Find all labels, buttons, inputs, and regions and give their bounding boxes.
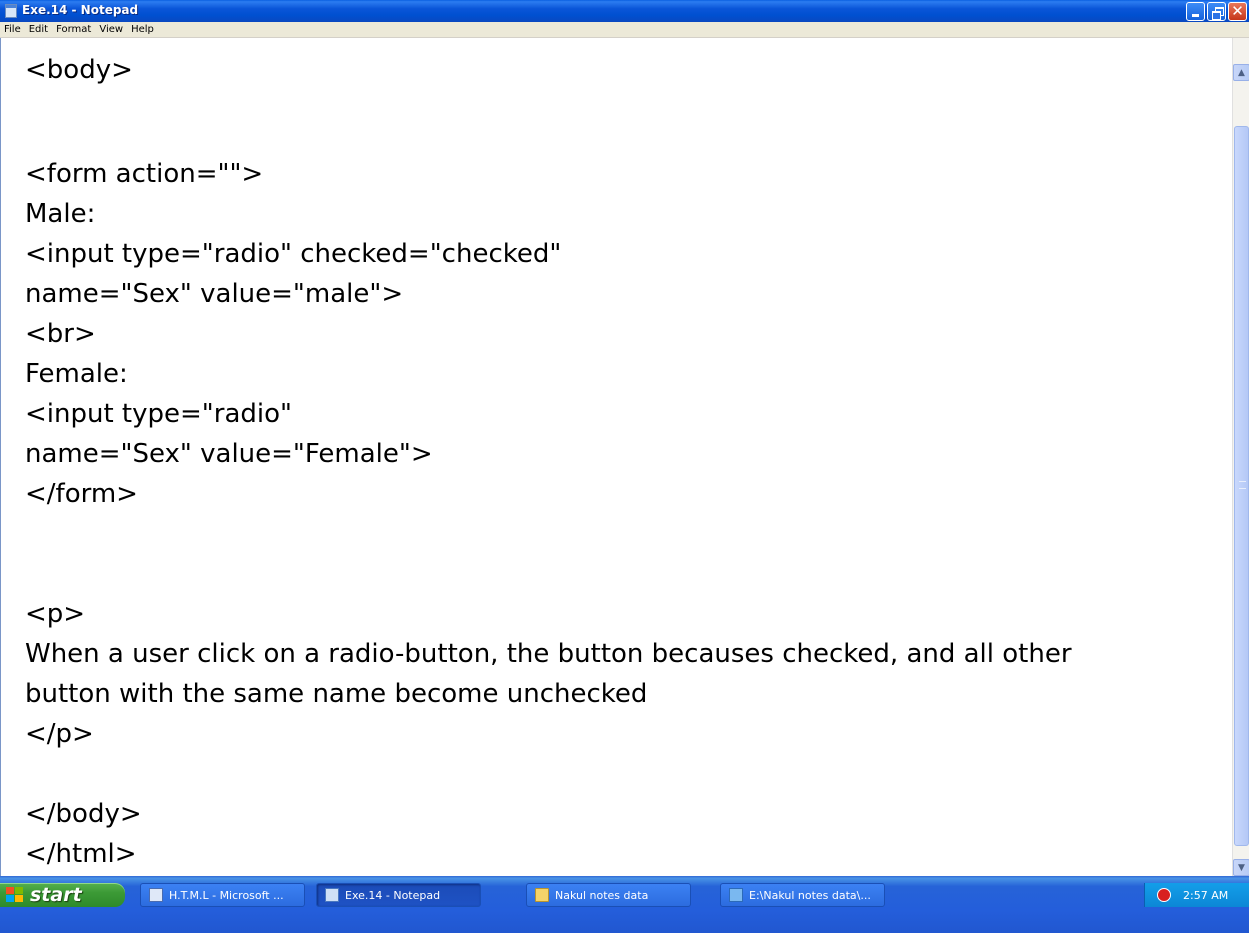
menu-view[interactable]: View — [95, 22, 127, 38]
taskbar-item-folder[interactable]: Nakul notes data — [526, 883, 691, 907]
editor-line: <input type="radio" — [25, 399, 292, 429]
menu-edit[interactable]: Edit — [25, 22, 52, 38]
minimize-icon — [1192, 14, 1199, 17]
close-button[interactable]: ✕ — [1228, 2, 1247, 21]
editor-line: <form action=""> — [25, 159, 264, 189]
restore-button[interactable] — [1207, 2, 1226, 21]
editor-line: name="Sex" value="Female"> — [25, 439, 433, 469]
menu-bar: File Edit Format View Help — [0, 22, 1249, 38]
taskbar-item-label: Exe.14 - Notepad — [345, 888, 441, 902]
menu-file[interactable]: File — [0, 22, 25, 38]
editor-line: </form> — [25, 479, 138, 509]
scroll-up-button[interactable]: ▲ — [1233, 64, 1249, 81]
taskbar-item-word[interactable]: H.T.M.L - Microsoft ... — [140, 883, 305, 907]
start-button[interactable]: start — [0, 883, 125, 907]
restore-icon — [1211, 6, 1224, 20]
editor-line: Male: — [25, 199, 96, 229]
taskbar-item-label: Nakul notes data — [555, 888, 649, 902]
scrollbar-thumb[interactable] — [1234, 126, 1249, 846]
taskbar: start H.T.M.L - Microsoft ... Exe.14 - N… — [0, 876, 1249, 933]
editor-line: </body> — [25, 799, 142, 829]
editor-line: <br> — [25, 319, 96, 349]
taskbar-item-notepad[interactable]: Exe.14 - Notepad — [316, 883, 481, 907]
word-icon — [149, 888, 163, 902]
vertical-scrollbar[interactable]: ▲ ▼ — [1232, 38, 1249, 876]
windows-logo-icon — [6, 887, 24, 903]
folder-icon — [535, 888, 549, 902]
security-shield-icon[interactable] — [1157, 888, 1171, 902]
clock[interactable]: 2:57 AM — [1183, 889, 1228, 902]
editor-line: <p> — [25, 599, 86, 629]
title-bar[interactable]: Exe.14 - Notepad ✕ — [0, 0, 1249, 22]
menu-format[interactable]: Format — [52, 22, 95, 38]
editor-line: When a user click on a radio-button, the… — [25, 639, 1072, 669]
scrollbar-grip — [1239, 481, 1246, 489]
window-title: Exe.14 - Notepad — [22, 3, 139, 17]
editor-line: <body> — [25, 55, 133, 85]
menu-help[interactable]: Help — [127, 22, 158, 38]
close-icon: ✕ — [1231, 2, 1244, 20]
editor-line: <input type="radio" checked="checked" — [25, 239, 562, 269]
start-label: start — [30, 884, 82, 906]
editor-line: button with the same name become uncheck… — [25, 679, 648, 709]
taskbar-item-label: E:\Nakul notes data\... — [749, 888, 871, 902]
minimize-button[interactable] — [1186, 2, 1205, 21]
taskbar-item-explorer[interactable]: E:\Nakul notes data\... — [720, 883, 885, 907]
editor-line: name="Sex" value="male"> — [25, 279, 404, 309]
scroll-down-button[interactable]: ▼ — [1233, 859, 1249, 876]
taskbar-item-label: H.T.M.L - Microsoft ... — [169, 888, 284, 902]
notepad-icon[interactable] — [5, 4, 17, 18]
notepad-icon — [325, 888, 339, 902]
editor-line: </p> — [25, 719, 94, 749]
editor-line: </html> — [25, 839, 137, 869]
system-tray: 2:57 AM — [1144, 883, 1249, 907]
chevron-down-icon: ▼ — [1238, 862, 1245, 873]
text-editor-area[interactable]: <body> <form action=""> Male: <input typ… — [0, 38, 1232, 876]
chevron-up-icon: ▲ — [1238, 67, 1245, 78]
ie-icon — [729, 888, 743, 902]
editor-line: Female: — [25, 359, 128, 389]
